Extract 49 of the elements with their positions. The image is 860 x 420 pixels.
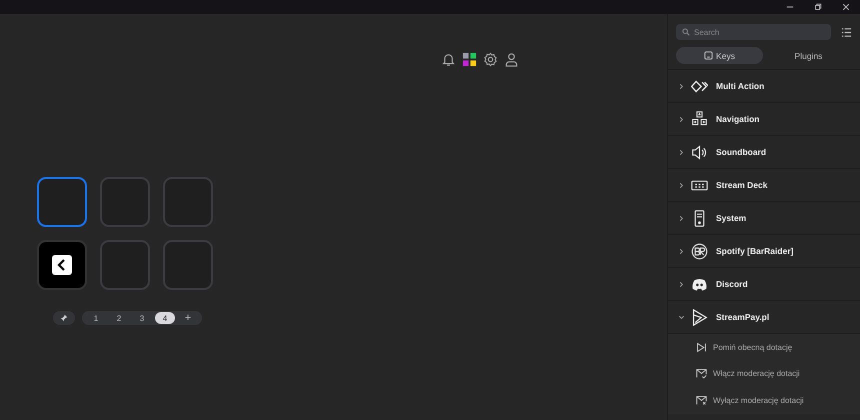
tab[interactable]: Keys bbox=[676, 47, 763, 64]
key-icon bbox=[704, 51, 714, 60]
category-row[interactable]: Soundboard bbox=[668, 136, 860, 169]
category-label: Stream Deck bbox=[716, 180, 768, 190]
pin-icon bbox=[60, 314, 68, 322]
page-button[interactable]: 1 bbox=[86, 312, 106, 324]
bell-icon[interactable] bbox=[441, 52, 456, 67]
speaker-icon bbox=[691, 144, 708, 160]
action-row[interactable]: Pomiń obecną dotację bbox=[668, 334, 860, 360]
envelope-x-icon bbox=[696, 394, 707, 406]
tab[interactable]: Plugins bbox=[765, 47, 852, 64]
category-row[interactable]: Multi Action bbox=[668, 70, 860, 103]
category-label: Spotify [BarRaider] bbox=[716, 246, 794, 256]
action-row[interactable]: Włącz moderację dotacji bbox=[668, 360, 860, 387]
action-label: Pomiń obecną dotację bbox=[713, 342, 792, 352]
action-label: Włącz moderację dotacji bbox=[713, 369, 800, 378]
category-label: Discord bbox=[716, 279, 748, 289]
search-icon bbox=[682, 28, 690, 36]
pin-button[interactable] bbox=[53, 311, 75, 325]
action-row[interactable]: Wyłącz moderację dotacji bbox=[668, 387, 860, 414]
category-label: System bbox=[716, 213, 746, 223]
category-row[interactable]: Navigation bbox=[668, 103, 860, 136]
skip-icon bbox=[696, 342, 707, 353]
category-label: Navigation bbox=[716, 114, 760, 124]
user-icon[interactable] bbox=[504, 52, 519, 67]
diamond-chevrons-icon bbox=[691, 78, 708, 94]
search-field[interactable]: Search bbox=[676, 24, 831, 40]
close-icon[interactable] bbox=[842, 3, 850, 11]
app-icon[interactable] bbox=[462, 52, 477, 67]
list-view-icon[interactable] bbox=[841, 26, 852, 38]
key-slot[interactable] bbox=[37, 240, 87, 290]
page-button[interactable]: 2 bbox=[109, 312, 129, 324]
category-label: Soundboard bbox=[716, 147, 766, 157]
category-row[interactable]: Stream Deck bbox=[668, 169, 860, 202]
play-triangle-icon bbox=[691, 308, 708, 326]
add-page-button[interactable]: + bbox=[178, 312, 198, 324]
category-row[interactable]: Spotify [BarRaider] bbox=[668, 235, 860, 268]
page-button[interactable]: 3 bbox=[132, 312, 152, 324]
page-button[interactable]: 4 bbox=[155, 312, 175, 324]
envelope-check-icon bbox=[696, 368, 707, 380]
settings-icon[interactable] bbox=[483, 52, 498, 67]
category-label: Multi Action bbox=[716, 81, 764, 91]
category-label: StreamPay.pl bbox=[716, 312, 770, 322]
category-row[interactable]: System bbox=[668, 202, 860, 235]
arrow-keys-icon bbox=[691, 110, 708, 128]
category-row[interactable]: Discord bbox=[668, 268, 860, 301]
action-label: Wyłącz moderację dotacji bbox=[713, 396, 804, 405]
circle-logo-icon bbox=[691, 242, 708, 260]
restore-icon[interactable] bbox=[814, 3, 822, 11]
